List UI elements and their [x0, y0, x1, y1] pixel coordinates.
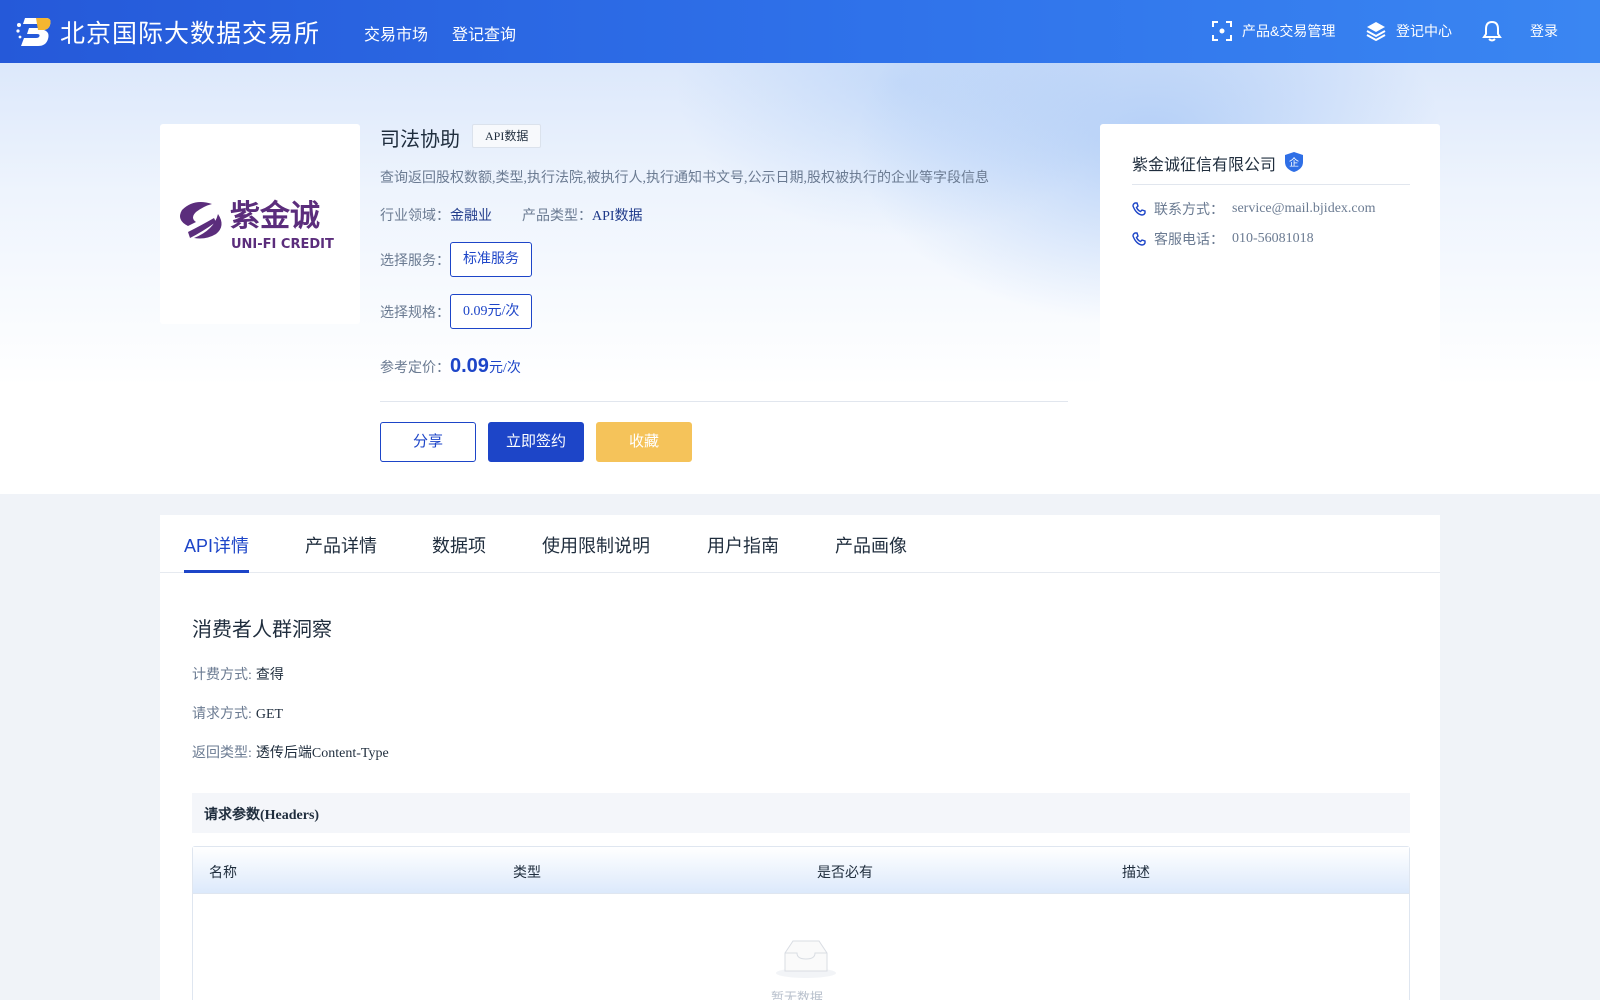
product-meta-row: 行业领域：金融业 产品类型：API数据: [380, 205, 643, 225]
product-description: 查询返回股权数额,类型,执行法院,被执行人,执行通知书文号,公示日期,股权被执行…: [380, 171, 989, 186]
method-value: GET: [255, 707, 284, 722]
top-navbar: 北京国际大数据交易所 交易市场 登记查询 产品&交易管理 登记中心 登录: [0, 0, 1600, 63]
vendor-name[interactable]: 紫金诚征信有限公司: [1132, 151, 1276, 175]
service-option-button[interactable]: 标准服务: [450, 242, 532, 277]
return-type-row: 返回类型: 透传后端Content-Type: [192, 742, 389, 762]
billing-value: 查得: [255, 668, 284, 683]
empty-inbox-icon: [776, 940, 836, 978]
sign-now-button[interactable]: 立即签约: [488, 422, 584, 462]
logo-text: 紫金诚: [230, 199, 320, 234]
method-row: 请求方式: GET: [192, 703, 283, 723]
method-label: 请求方式:: [192, 707, 252, 722]
empty-text: 暂无数据: [771, 990, 824, 1000]
price-label: 参考定价：: [380, 361, 450, 376]
register-center-label: 登记中心: [1396, 23, 1452, 39]
price-unit: 元/次: [488, 361, 521, 376]
column-required: 是否必有: [817, 866, 873, 881]
share-button[interactable]: 分享: [380, 422, 476, 462]
favorite-button[interactable]: 收藏: [596, 422, 692, 462]
scan-focus-icon: [1212, 21, 1232, 41]
column-description: 描述: [1122, 866, 1150, 881]
product-trade-mgmt-link[interactable]: 产品&交易管理: [1212, 21, 1335, 41]
unifi-credit-logo: 紫金诚 UNI-FI CREDIT: [180, 199, 334, 252]
detail-tabs: API详情 产品详情 数据项 使用限制说明 用户指南 产品画像: [160, 515, 1440, 573]
api-details-panel: 消费者人群洞察 计费方式: 查得 请求方式: GET 返回类型: 透传后端Conten…: [160, 573, 1440, 1000]
product-logo-card: 紫金诚 UNI-FI CREDIT: [160, 124, 360, 324]
nav-registry-query[interactable]: 登记查询: [452, 21, 516, 45]
vendor-divider: [1132, 184, 1410, 185]
tab-user-guide[interactable]: 用户指南: [707, 532, 779, 558]
contact-label: 联系方式：: [1154, 203, 1224, 218]
price-row: 参考定价：0.09元/次: [380, 355, 521, 378]
tab-product-profile[interactable]: 产品画像: [835, 532, 907, 558]
hero-divider: [380, 401, 1068, 402]
vendor-card: 紫金诚征信有限公司 企 联系方式： service@mail.bjidex.co…: [1100, 124, 1440, 494]
billing-row: 计费方式: 查得: [192, 664, 284, 684]
bell-icon: [1482, 20, 1502, 42]
phone-icon: [1132, 202, 1146, 216]
type-value: API数据: [592, 209, 643, 224]
product-tag: API数据: [472, 124, 542, 148]
phone-icon: [1132, 232, 1146, 246]
billing-label: 计费方式:: [192, 668, 252, 683]
return-type-label: 返回类型:: [192, 746, 252, 761]
vendor-badge-text: 企: [1289, 156, 1299, 169]
spec-label: 选择规格：: [380, 306, 450, 321]
headers-section-bar: 请求参数(Headers): [192, 793, 1410, 833]
tab-api-details[interactable]: API详情: [184, 532, 249, 558]
headers-table: 名称 类型 是否必有 描述 暂无数据: [192, 846, 1410, 1000]
headers-title: 请求参数(Headers): [204, 808, 320, 823]
nav-trade-market[interactable]: 交易市场: [364, 21, 428, 45]
industry-label: 行业领域：: [380, 209, 450, 224]
table-header: 名称 类型 是否必有 描述: [193, 847, 1409, 894]
login-link[interactable]: 登录: [1530, 21, 1558, 41]
contact-email[interactable]: service@mail.bjidex.com: [1232, 201, 1376, 217]
notification-button[interactable]: [1482, 20, 1502, 42]
phone-number: 010-56081018: [1232, 231, 1314, 246]
vendor-phone-row: 客服电话： 010-56081018: [1132, 229, 1314, 249]
logo-subtext: UNI-FI CREDIT: [231, 237, 334, 252]
industry-value: 金融业: [450, 209, 492, 224]
brand-name[interactable]: 北京国际大数据交易所: [60, 14, 320, 50]
layers-icon: [1366, 22, 1386, 41]
register-center-link[interactable]: 登记中心: [1366, 21, 1452, 41]
bjidex-logo-icon[interactable]: [16, 16, 52, 47]
product-trade-mgmt-label: 产品&交易管理: [1242, 23, 1336, 39]
api-section-title: 消费者人群洞察: [192, 619, 332, 641]
product-title: 司法协助: [380, 129, 460, 151]
type-label: 产品类型：: [522, 209, 592, 224]
price-value: 0.09: [450, 355, 489, 377]
return-type-value: 透传后端Content-Type: [255, 746, 389, 761]
enterprise-verified-icon: 企: [1285, 152, 1303, 172]
product-hero: 紫金诚 UNI-FI CREDIT 司法协助 API数据 查询返回股权数额,类型…: [0, 63, 1600, 494]
tab-product-details[interactable]: 产品详情: [305, 532, 377, 558]
column-name: 名称: [209, 866, 237, 881]
phone-label: 客服电话：: [1154, 233, 1224, 248]
service-label: 选择服务：: [380, 254, 450, 269]
vendor-contact-row: 联系方式： service@mail.bjidex.com: [1132, 199, 1376, 219]
tab-data-items[interactable]: 数据项: [432, 532, 486, 558]
tab-usage-limits[interactable]: 使用限制说明: [542, 532, 650, 558]
spec-option-button[interactable]: 0.09元/次: [450, 294, 533, 329]
column-type: 类型: [513, 866, 541, 881]
